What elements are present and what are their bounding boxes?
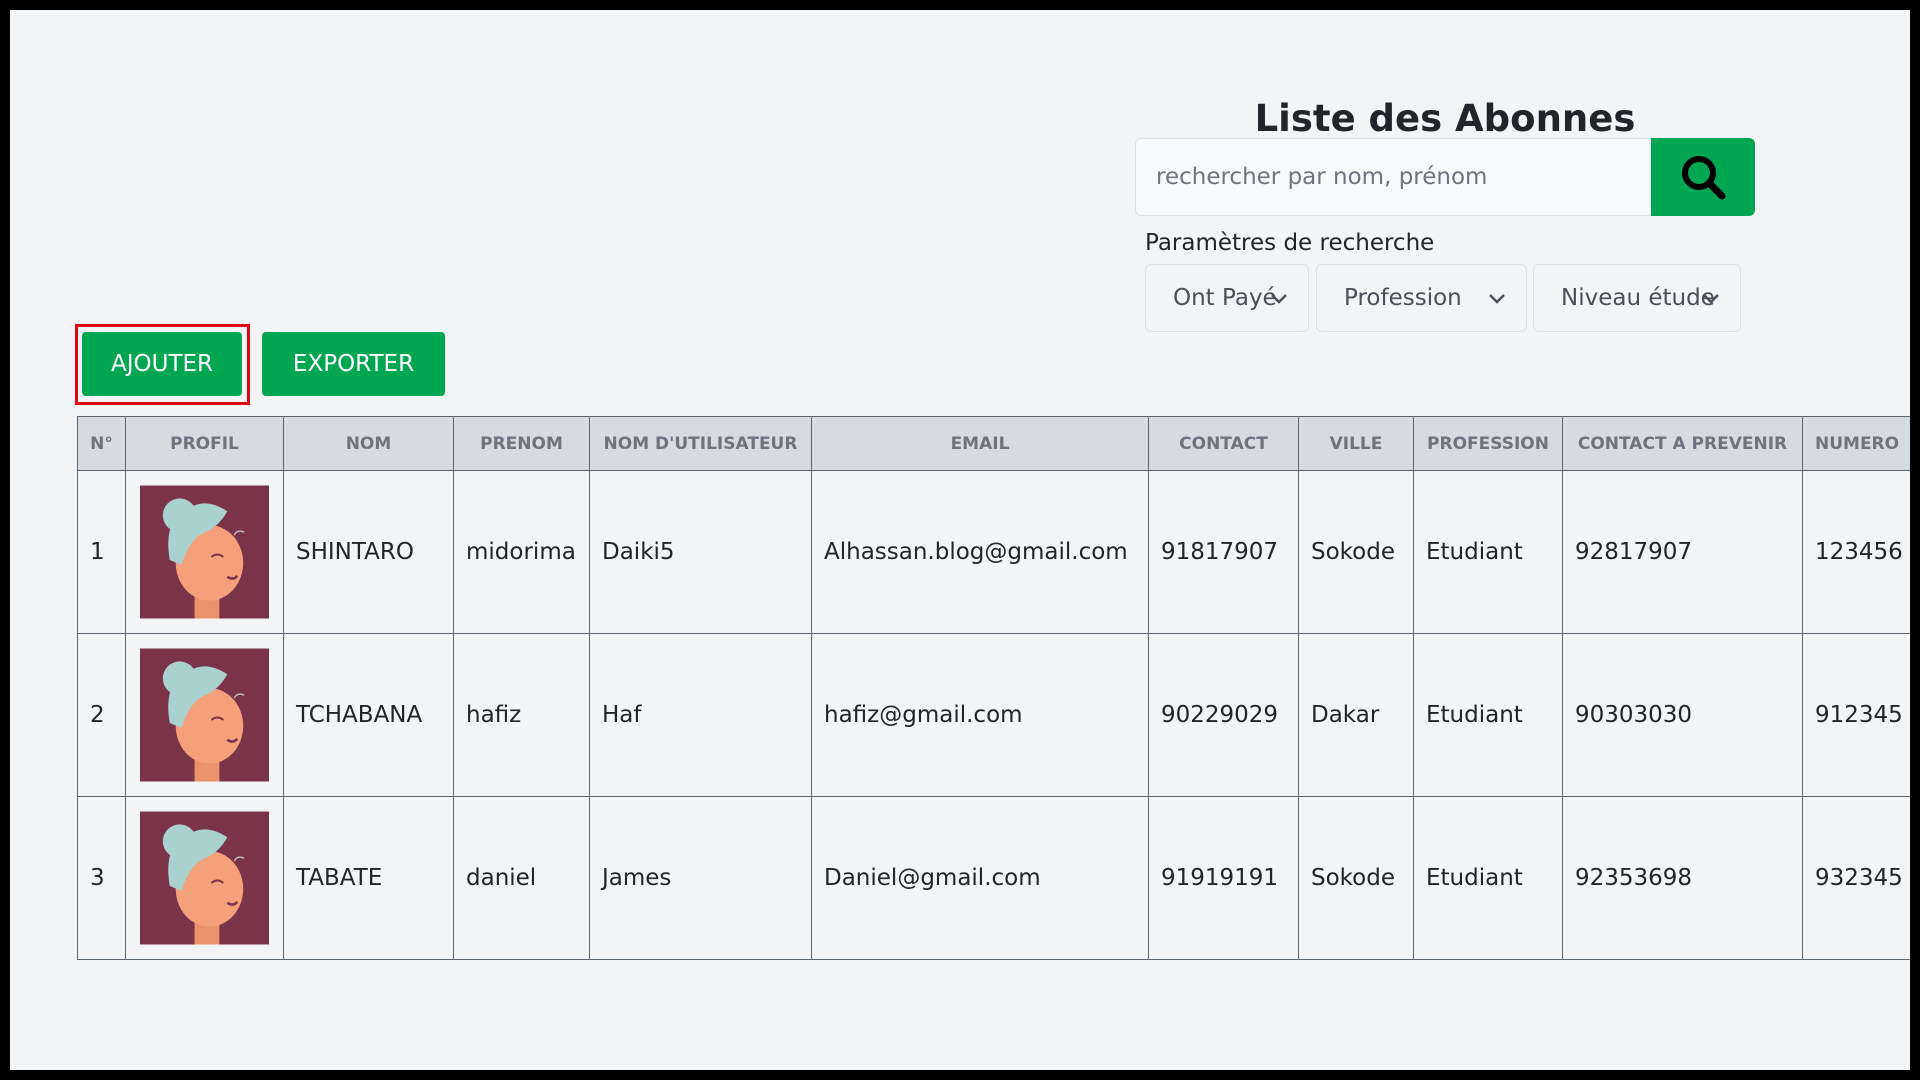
column-header[interactable]: PROFESSION xyxy=(1413,416,1563,471)
table-row[interactable]: 3 TABATE daniel James Daniel@gmail.com 9… xyxy=(77,796,1910,960)
filter-profession[interactable]: Profession xyxy=(1316,264,1527,332)
subscribers-table: N° PROFIL NOM PRENOM NOM D'UTILISATEUR E… xyxy=(77,416,1910,960)
cell-prenom: midorima xyxy=(453,470,590,634)
filter-label: Ont Payé xyxy=(1173,285,1277,311)
add-button[interactable]: AJOUTER xyxy=(82,332,242,396)
chevron-down-icon xyxy=(1489,294,1505,304)
cell-ville: Sokode xyxy=(1298,470,1414,634)
column-header[interactable]: EMAIL xyxy=(811,416,1149,471)
cell-contact-prevenir: 90303030 xyxy=(1562,633,1803,797)
cell-numero: 912345 xyxy=(1802,633,1910,797)
search-button[interactable] xyxy=(1651,138,1755,216)
cell-email: Daniel@gmail.com xyxy=(811,796,1149,960)
cell-username: Haf xyxy=(589,633,812,797)
table-header-row: N° PROFIL NOM PRENOM NOM D'UTILISATEUR E… xyxy=(77,416,1910,471)
cell-nom: TABATE xyxy=(283,796,454,960)
export-button[interactable]: EXPORTER xyxy=(262,332,445,396)
cell-contact: 91919191 xyxy=(1148,796,1299,960)
cell-number: 1 xyxy=(77,470,126,634)
cell-ville: Sokode xyxy=(1298,796,1414,960)
cell-profession: Etudiant xyxy=(1413,633,1563,797)
cell-profession: Etudiant xyxy=(1413,470,1563,634)
cell-username: Daiki5 xyxy=(589,470,812,634)
avatar-icon[interactable] xyxy=(140,485,269,619)
filter-niveau-etude[interactable]: Niveau étude xyxy=(1533,264,1741,332)
cell-nom: SHINTARO xyxy=(283,470,454,634)
search-params-label: Paramètres de recherche xyxy=(1145,230,1435,256)
chevron-down-icon xyxy=(1703,294,1719,304)
cell-contact: 90229029 xyxy=(1148,633,1299,797)
cell-number: 2 xyxy=(77,633,126,797)
cell-prenom: daniel xyxy=(453,796,590,960)
cell-profession: Etudiant xyxy=(1413,796,1563,960)
filter-label: Niveau étude xyxy=(1561,285,1715,311)
column-header[interactable]: VILLE xyxy=(1298,416,1414,471)
cell-profile xyxy=(125,470,284,634)
cell-profile xyxy=(125,633,284,797)
column-header[interactable]: PRENOM xyxy=(453,416,590,471)
cell-contact-prevenir: 92817907 xyxy=(1562,470,1803,634)
cell-number: 3 xyxy=(77,796,126,960)
cell-numero: 932345 xyxy=(1802,796,1910,960)
table-row[interactable]: 2 TCHABANA hafiz Haf hafiz@gmail.com 902… xyxy=(77,633,1910,797)
cell-nom: TCHABANA xyxy=(283,633,454,797)
column-header[interactable]: NOM xyxy=(283,416,454,471)
chevron-down-icon xyxy=(1271,294,1287,304)
column-header[interactable]: CONTACT A PREVENIR xyxy=(1562,416,1803,471)
cell-username: James xyxy=(589,796,812,960)
filter-ont-paye[interactable]: Ont Payé xyxy=(1145,264,1309,332)
app-viewport: Liste des Abonnes Paramètres de recherch… xyxy=(10,10,1910,1070)
cell-profile xyxy=(125,796,284,960)
table-row[interactable]: 1 SHINTARO midorima Daiki5 Alhassan.blog… xyxy=(77,470,1910,634)
cell-numero: 123456 xyxy=(1802,470,1910,634)
cell-contact: 91817907 xyxy=(1148,470,1299,634)
cell-prenom: hafiz xyxy=(453,633,590,797)
avatar-icon[interactable] xyxy=(140,648,269,782)
cell-ville: Dakar xyxy=(1298,633,1414,797)
search-icon xyxy=(1682,156,1726,200)
cell-contact-prevenir: 92353698 xyxy=(1562,796,1803,960)
filter-label: Profession xyxy=(1344,285,1462,311)
cell-email: hafiz@gmail.com xyxy=(811,633,1149,797)
avatar-icon[interactable] xyxy=(140,811,269,945)
column-header[interactable]: NUMERO xyxy=(1802,416,1910,471)
column-header[interactable]: CONTACT xyxy=(1148,416,1299,471)
page-title: Liste des Abonnes xyxy=(1254,97,1636,140)
column-header[interactable]: NOM D'UTILISATEUR xyxy=(589,416,812,471)
search-input[interactable] xyxy=(1135,138,1654,216)
cell-email: Alhassan.blog@gmail.com xyxy=(811,470,1149,634)
column-header[interactable]: PROFIL xyxy=(125,416,284,471)
column-header[interactable]: N° xyxy=(77,416,126,471)
